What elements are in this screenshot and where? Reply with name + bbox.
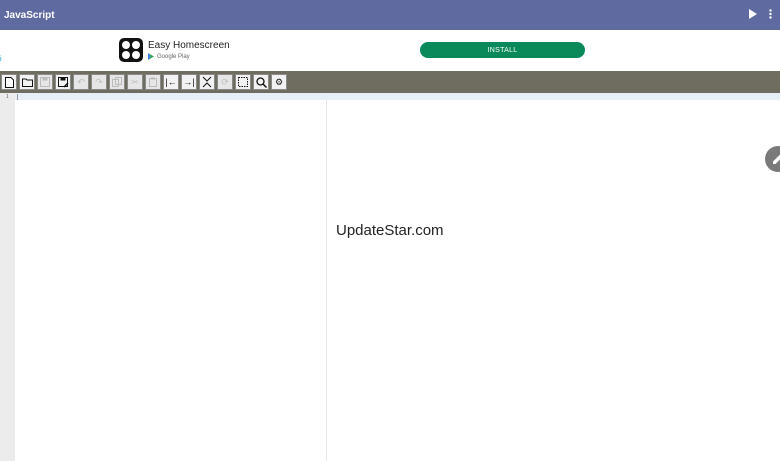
preview-pane — [327, 100, 780, 461]
app-logo-icon[interactable] — [119, 38, 143, 62]
settings-gear-icon[interactable]: ⚙ — [271, 74, 287, 90]
pencil-icon — [773, 154, 780, 164]
editor-current-line — [0, 93, 780, 100]
google-play-icon — [148, 53, 154, 60]
app-bar: JavaScript — [0, 0, 780, 30]
indent-icon[interactable]: →| — [181, 74, 197, 90]
outdent-icon[interactable]: |← — [163, 74, 179, 90]
editor-toolbar: ↶ ↷ ✂ |← →| ⟳ ⚙ — [0, 71, 780, 93]
cut-icon[interactable]: ✂ — [127, 74, 143, 90]
ad-banner[interactable]: i Easy Homescreen Google Play INSTALL — [0, 30, 780, 71]
copy-icon[interactable] — [109, 74, 125, 90]
new-file-icon[interactable] — [1, 74, 17, 90]
app-title: JavaScript — [4, 9, 55, 21]
store-name: Google Play — [157, 53, 190, 60]
ad-app-name[interactable]: Easy Homescreen — [148, 40, 230, 51]
open-folder-icon[interactable] — [19, 74, 35, 90]
code-editor[interactable] — [15, 100, 326, 461]
undo-icon[interactable]: ↶ — [73, 74, 89, 90]
preview-output-text: UpdateStar.com — [336, 222, 444, 239]
redo-icon[interactable]: ↷ — [91, 74, 107, 90]
save-as-icon[interactable] — [55, 74, 71, 90]
search-icon[interactable] — [253, 74, 269, 90]
ad-store-label: Google Play — [148, 53, 190, 60]
line-number-gutter — [0, 93, 15, 461]
app-bar-actions — [748, 6, 772, 24]
collapse-icon[interactable] — [199, 74, 215, 90]
run-play-icon[interactable] — [748, 6, 757, 24]
format-icon[interactable]: ⟳ — [217, 74, 233, 90]
save-icon[interactable] — [37, 74, 53, 90]
line-number: 1 — [6, 94, 9, 100]
install-button[interactable]: INSTALL — [420, 42, 585, 58]
paste-icon[interactable] — [145, 74, 161, 90]
ad-info-icon[interactable]: i — [0, 56, 2, 63]
overflow-menu-icon[interactable] — [769, 6, 772, 24]
select-all-icon[interactable] — [235, 74, 251, 90]
